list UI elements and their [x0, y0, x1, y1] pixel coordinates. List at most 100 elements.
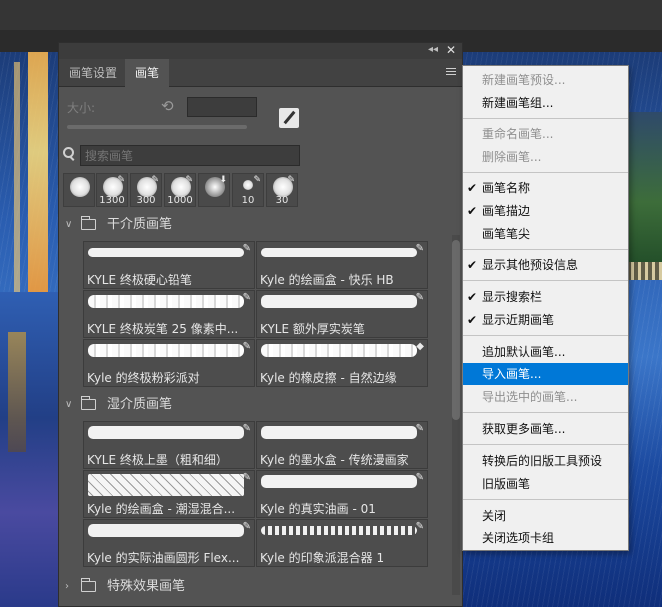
create-brush-icon[interactable]: [279, 108, 299, 128]
brush-size-value: 30: [275, 195, 289, 206]
brushes-flyout-menu: 新建画笔预设... 新建画笔组... 重命名画笔... 删除画笔... ✔ 画笔名…: [462, 65, 629, 551]
menu-item-append-default-brushes[interactable]: 追加默认画笔...: [463, 341, 628, 363]
recent-brushes: ✎ 1300 ✎ 300 ✎ 1000 ⬇ ✎ 10 ✎ 30: [63, 173, 303, 207]
brush-icon: ✎: [117, 175, 125, 185]
recent-brush[interactable]: ✎ 10: [232, 173, 264, 207]
group-header-special-effects[interactable]: › 特殊效果画笔: [59, 575, 449, 599]
brush-name: KYLE 额外厚实炭笔: [260, 322, 365, 336]
brush-name: KYLE 终极上墨（粗和细）: [87, 453, 228, 467]
brush-stroke-preview: [261, 426, 417, 439]
recent-brush[interactable]: ✎ 30: [266, 173, 298, 207]
checkmark-icon: ✔: [467, 290, 478, 304]
brush-size-value: 10: [241, 195, 255, 206]
mixer-brush-icon: ✎: [242, 472, 251, 483]
brush-stroke-preview: [88, 295, 244, 308]
recent-brush[interactable]: ✎ 1300: [96, 173, 128, 207]
brush-item[interactable]: ◆ Kyle 的橡皮擦 - 自然边缘: [256, 339, 428, 387]
menu-separator: [463, 172, 628, 173]
brush-stroke-preview: [88, 344, 244, 357]
folder-icon: [81, 396, 96, 410]
menu-item-label: 显示搜索栏: [482, 290, 543, 304]
brush-item[interactable]: ✎ Kyle 的印象派混合器 1: [256, 519, 428, 567]
checkmark-icon: ✔: [467, 313, 478, 327]
menu-separator: [463, 249, 628, 250]
brush-item[interactable]: ✎ KYLE 终极上墨（粗和细）: [83, 421, 255, 469]
brush-item[interactable]: ✎ Kyle 的真实油画 - 01: [256, 470, 428, 518]
menu-item-import-brushes[interactable]: 导入画笔...: [463, 363, 628, 385]
menu-item-new-brush-group[interactable]: 新建画笔组...: [463, 92, 628, 114]
brush-item[interactable]: ✎ Kyle 的墨水盒 - 传统漫画家: [256, 421, 428, 469]
brush-name: Kyle 的真实油画 - 01: [260, 502, 376, 516]
menu-separator: [463, 444, 628, 445]
menu-item-show-search-bar[interactable]: ✔ 显示搜索栏: [463, 286, 628, 308]
menu-item-label: 画笔笔尖: [482, 227, 531, 241]
brush-item[interactable]: ✎ Kyle 的绘画盒 - 潮湿混合...: [83, 470, 255, 518]
menu-item-get-more-brushes[interactable]: 获取更多画笔...: [463, 418, 628, 440]
menu-item-new-brush-preset[interactable]: 新建画笔预设...: [463, 69, 628, 91]
chevron-down-icon[interactable]: ∨: [65, 393, 75, 417]
menu-separator: [463, 412, 628, 413]
menu-item-label: 导入画笔...: [482, 367, 542, 381]
menu-item-close[interactable]: 关闭: [463, 505, 628, 527]
menu-item-converted-legacy-tool-presets[interactable]: 转换后的旧版工具预设: [463, 450, 628, 472]
menu-item-label: 画笔名称: [482, 181, 531, 195]
menu-item-export-selected-brushes[interactable]: 导出选中的画笔...: [463, 386, 628, 408]
reset-size-icon[interactable]: ⟲: [161, 97, 174, 115]
brush-stroke-preview: [88, 524, 244, 537]
menu-item-close-tab-group[interactable]: 关闭选项卡组: [463, 527, 628, 549]
brush-icon: ✎: [242, 341, 251, 352]
brush-name: KYLE 终极炭笔 25 像素中...: [87, 322, 239, 336]
menu-item-label: 画笔描边: [482, 204, 531, 218]
menu-item-show-recent-brushes[interactable]: ✔ 显示近期画笔: [463, 309, 628, 331]
group-header-dry-media[interactable]: ∨ 干介质画笔: [59, 213, 449, 237]
group-label: 特殊效果画笔: [107, 579, 186, 594]
recent-brush[interactable]: [63, 173, 95, 207]
brush-icon: ✎: [242, 423, 251, 434]
brush-name: Kyle 的印象派混合器 1: [260, 551, 385, 565]
brush-name: Kyle 的终极粉彩派对: [87, 371, 200, 385]
chevron-down-icon[interactable]: ∨: [65, 213, 75, 237]
chevron-right-icon[interactable]: ›: [65, 575, 75, 599]
scroll-thumb[interactable]: [452, 240, 460, 420]
group-header-wet-media[interactable]: ∨ 湿介质画笔: [59, 393, 449, 417]
brush-icon: ✎: [151, 175, 159, 185]
collapse-icon[interactable]: ◂◂: [428, 44, 438, 55]
brush-item[interactable]: ✎ KYLE 终极硬心铅笔: [83, 241, 255, 289]
brush-name: Kyle 的实际油画圆形 Flex...: [87, 551, 240, 565]
brush-icon: ✎: [415, 292, 424, 303]
panel-menu-icon[interactable]: [446, 68, 456, 77]
app-top-bar: [0, 0, 662, 30]
brush-name: KYLE 终极硬心铅笔: [87, 273, 192, 287]
brush-item[interactable]: ✎ Kyle 的实际油画圆形 Flex...: [83, 519, 255, 567]
recent-brush[interactable]: ⬇: [198, 173, 230, 207]
search-input[interactable]: [80, 145, 300, 166]
menu-item-label: 重命名画笔...: [482, 127, 554, 141]
panel-titlebar[interactable]: ◂◂ ✕: [59, 43, 462, 59]
size-slider[interactable]: [67, 125, 247, 129]
brush-item[interactable]: ✎ KYLE 额外厚实炭笔: [256, 290, 428, 338]
close-icon[interactable]: ✕: [446, 43, 456, 57]
brush-item[interactable]: ✎ Kyle 的终极粉彩派对: [83, 339, 255, 387]
recent-brush[interactable]: ✎ 300: [130, 173, 162, 207]
brush-stroke-preview: [88, 426, 244, 439]
menu-item-brush-name[interactable]: ✔ 画笔名称: [463, 177, 628, 199]
tab-brushes[interactable]: 画笔: [125, 59, 170, 87]
bridge-lights: [28, 52, 48, 302]
size-input[interactable]: [187, 97, 257, 117]
menu-item-label: 获取更多画笔...: [482, 422, 566, 436]
menu-item-brush-stroke[interactable]: ✔ 画笔描边: [463, 200, 628, 222]
menu-item-delete-brush[interactable]: 删除画笔...: [463, 146, 628, 168]
list-scrollbar[interactable]: [452, 235, 460, 595]
recent-brush[interactable]: ✎ 1000: [164, 173, 196, 207]
menu-item-rename-brush[interactable]: 重命名画笔...: [463, 123, 628, 145]
brush-name: Kyle 的绘画盒 - 潮湿混合...: [87, 502, 236, 516]
menu-separator: [463, 118, 628, 119]
eraser-icon: ⬇: [219, 175, 227, 185]
menu-item-show-additional-preset-info[interactable]: ✔ 显示其他预设信息: [463, 254, 628, 276]
menu-item-legacy-brushes[interactable]: 旧版画笔: [463, 473, 628, 495]
search-row: [63, 144, 303, 166]
menu-item-brush-tip[interactable]: 画笔笔尖: [463, 223, 628, 245]
brush-item[interactable]: ✎ Kyle 的绘画盒 - 快乐 HB: [256, 241, 428, 289]
tab-brush-settings[interactable]: 画笔设置: [59, 59, 127, 87]
brush-item[interactable]: ✎ KYLE 终极炭笔 25 像素中...: [83, 290, 255, 338]
